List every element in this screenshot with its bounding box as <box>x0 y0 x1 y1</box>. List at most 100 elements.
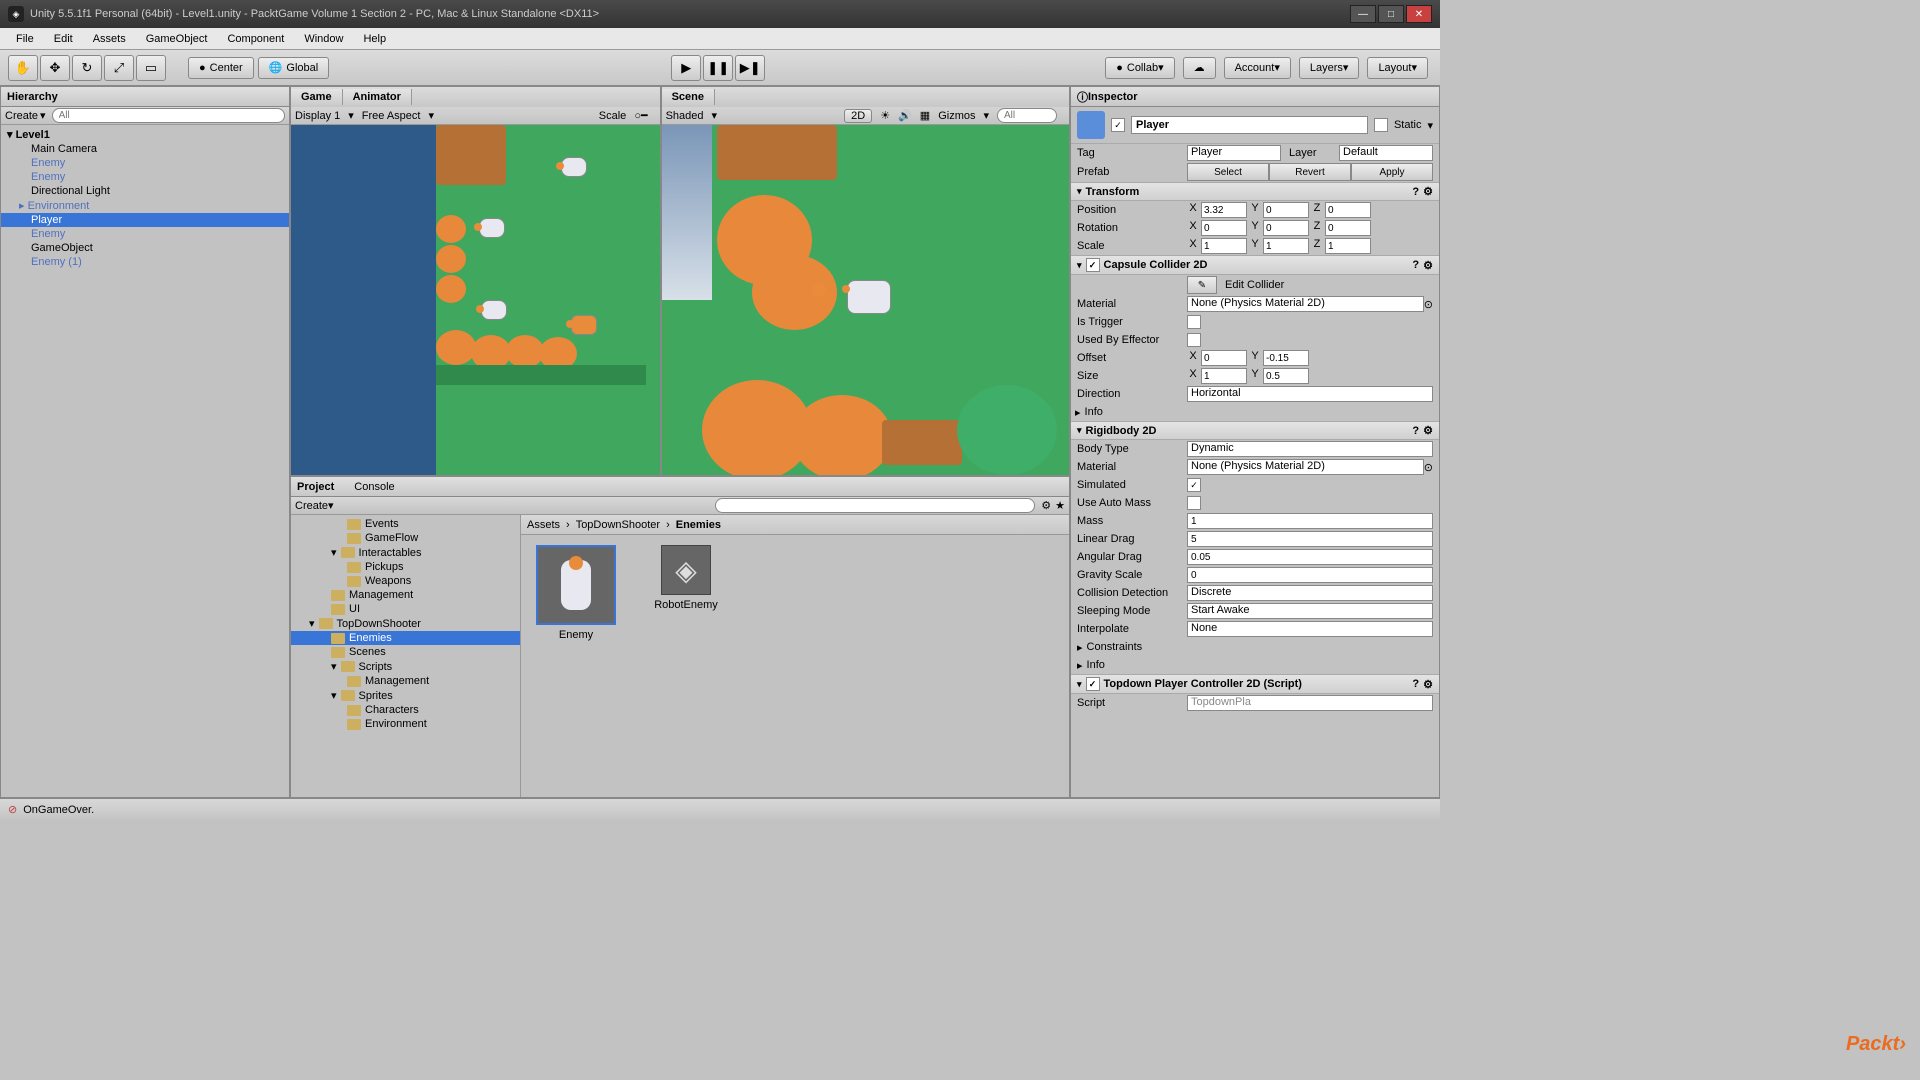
hierarchy-item[interactable]: Enemy <box>1 227 289 241</box>
menu-help[interactable]: Help <box>353 31 396 47</box>
tag-dropdown[interactable]: Player <box>1187 145 1281 161</box>
prefab-revert-button[interactable]: Revert <box>1269 163 1351 181</box>
pos-y[interactable] <box>1263 202 1309 218</box>
scl-x[interactable] <box>1201 238 1247 254</box>
breadcrumb-item[interactable]: Assets <box>527 519 560 531</box>
effector-checkbox[interactable] <box>1187 333 1201 347</box>
capsule-header[interactable]: ✓Capsule Collider 2D?⚙ <box>1071 255 1439 275</box>
scale-slider[interactable]: ○━ <box>634 109 647 122</box>
folder-item[interactable]: Pickups <box>291 560 520 574</box>
folder-item[interactable]: ▾Scripts <box>291 659 520 674</box>
collision-dropdown[interactable]: Discrete <box>1187 585 1433 601</box>
hierarchy-search[interactable] <box>52 108 285 123</box>
edit-collider-icon[interactable]: ✎ <box>1187 276 1217 294</box>
folder-item[interactable]: Management <box>291 674 520 688</box>
help-icon[interactable]: ? <box>1412 186 1419 198</box>
gravity-field[interactable] <box>1187 567 1433 583</box>
2d-toggle[interactable]: 2D <box>844 109 872 123</box>
space-toggle[interactable]: 🌐 Global <box>258 57 330 79</box>
hierarchy-tab[interactable]: Hierarchy <box>1 87 289 107</box>
cloud-button[interactable]: ☁ <box>1183 57 1216 79</box>
cap-material[interactable]: None (Physics Material 2D) <box>1187 296 1424 312</box>
object-name-field[interactable] <box>1131 116 1368 134</box>
hierarchy-list[interactable]: Level1 Main Camera Enemy Enemy Direction… <box>1 125 289 797</box>
rigidbody-header[interactable]: Rigidbody 2D?⚙ <box>1071 421 1439 440</box>
prefab-apply-button[interactable]: Apply <box>1351 163 1433 181</box>
folder-item[interactable]: ▾TopDownShooter <box>291 616 520 631</box>
direction-dropdown[interactable]: Horizontal <box>1187 386 1433 402</box>
body-type-dropdown[interactable]: Dynamic <box>1187 441 1433 457</box>
play-button[interactable]: ▶ <box>671 55 701 81</box>
menu-gameobject[interactable]: GameObject <box>136 31 218 47</box>
asset-thumb[interactable]: ◈ <box>661 545 711 595</box>
linear-drag-field[interactable] <box>1187 531 1433 547</box>
picker-icon[interactable]: ⊙ <box>1424 298 1433 311</box>
folder-item[interactable]: Characters <box>291 703 520 717</box>
project-create[interactable]: Create <box>295 500 328 512</box>
hierarchy-item[interactable]: Directional Light <box>1 184 289 198</box>
transform-header[interactable]: Transform?⚙ <box>1071 182 1439 201</box>
active-checkbox[interactable]: ✓ <box>1111 118 1125 132</box>
sleep-dropdown[interactable]: Start Awake <box>1187 603 1433 619</box>
offset-x[interactable] <box>1201 350 1247 366</box>
menu-component[interactable]: Component <box>217 31 294 47</box>
scl-y[interactable] <box>1263 238 1309 254</box>
audio-toggle-icon[interactable]: 🔊 <box>898 109 912 122</box>
help-icon[interactable]: ? <box>1412 678 1419 690</box>
auto-mass-checkbox[interactable] <box>1187 496 1201 510</box>
scene-search[interactable] <box>997 108 1057 123</box>
breadcrumb-item[interactable]: Enemies <box>676 519 721 531</box>
folder-item[interactable]: ▾Sprites <box>291 688 520 703</box>
scene-tab[interactable]: Scene <box>662 89 715 105</box>
asset-thumb[interactable] <box>536 545 616 625</box>
animator-tab[interactable]: Animator <box>343 89 412 105</box>
hierarchy-root[interactable]: Level1 <box>1 127 289 142</box>
gear-icon[interactable]: ⚙ <box>1423 678 1433 691</box>
layers-button[interactable]: Layers ▾ <box>1299 57 1360 79</box>
folder-item[interactable]: GameFlow <box>291 531 520 545</box>
gear-icon[interactable]: ⚙ <box>1423 259 1433 272</box>
hand-tool-button[interactable]: ✋ <box>8 55 38 81</box>
scl-z[interactable] <box>1325 238 1371 254</box>
menu-window[interactable]: Window <box>294 31 353 47</box>
folder-item[interactable]: Scenes <box>291 645 520 659</box>
hierarchy-item[interactable]: ▸ Environment <box>1 198 289 213</box>
move-tool-button[interactable]: ✥ <box>40 55 70 81</box>
script-field[interactable]: TopdownPla <box>1187 695 1433 711</box>
fx-toggle-icon[interactable]: ▦ <box>920 109 930 122</box>
folder-item[interactable]: Management <box>291 588 520 602</box>
folder-item[interactable]: Events <box>291 517 520 531</box>
gizmos-dropdown[interactable]: Gizmos <box>938 110 975 122</box>
rot-y[interactable] <box>1263 220 1309 236</box>
help-icon[interactable]: ? <box>1412 259 1419 271</box>
help-icon[interactable]: ? <box>1412 425 1419 437</box>
is-trigger-checkbox[interactable] <box>1187 315 1201 329</box>
size-y[interactable] <box>1263 368 1309 384</box>
rot-z[interactable] <box>1325 220 1371 236</box>
menu-file[interactable]: File <box>6 31 44 47</box>
hierarchy-item[interactable]: Enemy (1) <box>1 255 289 269</box>
rot-x[interactable] <box>1201 220 1247 236</box>
rb-material[interactable]: None (Physics Material 2D) <box>1187 459 1424 475</box>
close-button[interactable]: ✕ <box>1406 5 1432 23</box>
project-search[interactable] <box>715 498 1035 513</box>
scale-tool-button[interactable]: ⤢ <box>104 55 134 81</box>
gear-icon[interactable]: ⚙ <box>1423 185 1433 198</box>
folder-item[interactable]: Weapons <box>291 574 520 588</box>
folder-item[interactable]: UI <box>291 602 520 616</box>
pos-x[interactable] <box>1201 202 1247 218</box>
scene-viewport[interactable] <box>662 125 1069 475</box>
angular-drag-field[interactable] <box>1187 549 1433 565</box>
hierarchy-item-selected[interactable]: Player <box>1 213 289 227</box>
console-tab[interactable]: Console <box>354 481 394 493</box>
account-button[interactable]: Account ▾ <box>1224 57 1291 79</box>
maximize-button[interactable]: □ <box>1378 5 1404 23</box>
menu-edit[interactable]: Edit <box>44 31 83 47</box>
interp-dropdown[interactable]: None <box>1187 621 1433 637</box>
shading-dropdown[interactable]: Shaded <box>666 110 704 122</box>
layer-dropdown[interactable]: Default <box>1339 145 1433 161</box>
folder-item[interactable]: Environment <box>291 717 520 731</box>
layout-button[interactable]: Layout ▾ <box>1367 57 1428 79</box>
breadcrumb-item[interactable]: TopDownShooter <box>576 519 660 531</box>
step-button[interactable]: ▶❚ <box>735 55 765 81</box>
